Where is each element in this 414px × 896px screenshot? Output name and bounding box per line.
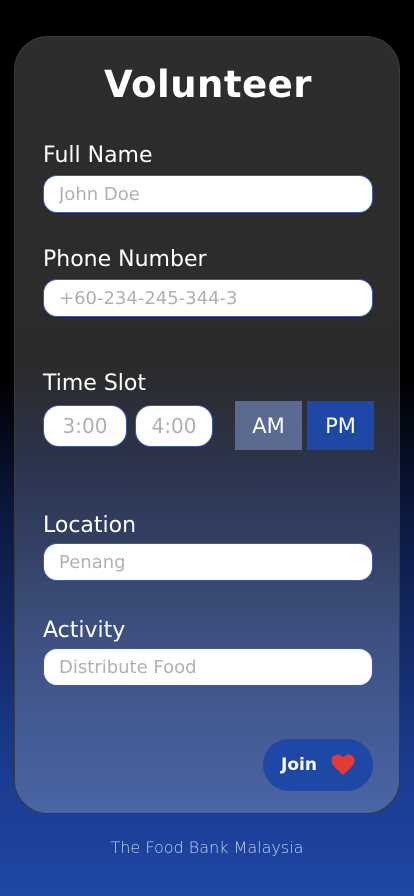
- heart-icon: [331, 754, 355, 775]
- activity-input[interactable]: [43, 648, 373, 686]
- phone-number-label: Phone Number: [43, 247, 207, 272]
- location-label: Location: [43, 513, 137, 538]
- location-input[interactable]: [43, 543, 373, 581]
- pm-button[interactable]: PM: [307, 401, 374, 450]
- full-name-input[interactable]: [43, 175, 373, 213]
- time-start-input[interactable]: [43, 405, 127, 447]
- time-slot-label: Time Slot: [43, 371, 146, 396]
- phone-number-input[interactable]: [43, 279, 373, 317]
- time-end-input[interactable]: [135, 405, 213, 447]
- am-button[interactable]: AM: [235, 401, 302, 450]
- join-label: Join: [281, 755, 317, 775]
- footer-text: The Food Bank Malaysia: [110, 838, 304, 857]
- volunteer-form-card: Volunteer Full Name Phone Number Time Sl…: [14, 36, 400, 814]
- full-name-label: Full Name: [43, 143, 153, 168]
- page-title: Volunteer: [103, 63, 313, 106]
- join-button[interactable]: Join: [263, 739, 373, 791]
- activity-label: Activity: [43, 618, 126, 643]
